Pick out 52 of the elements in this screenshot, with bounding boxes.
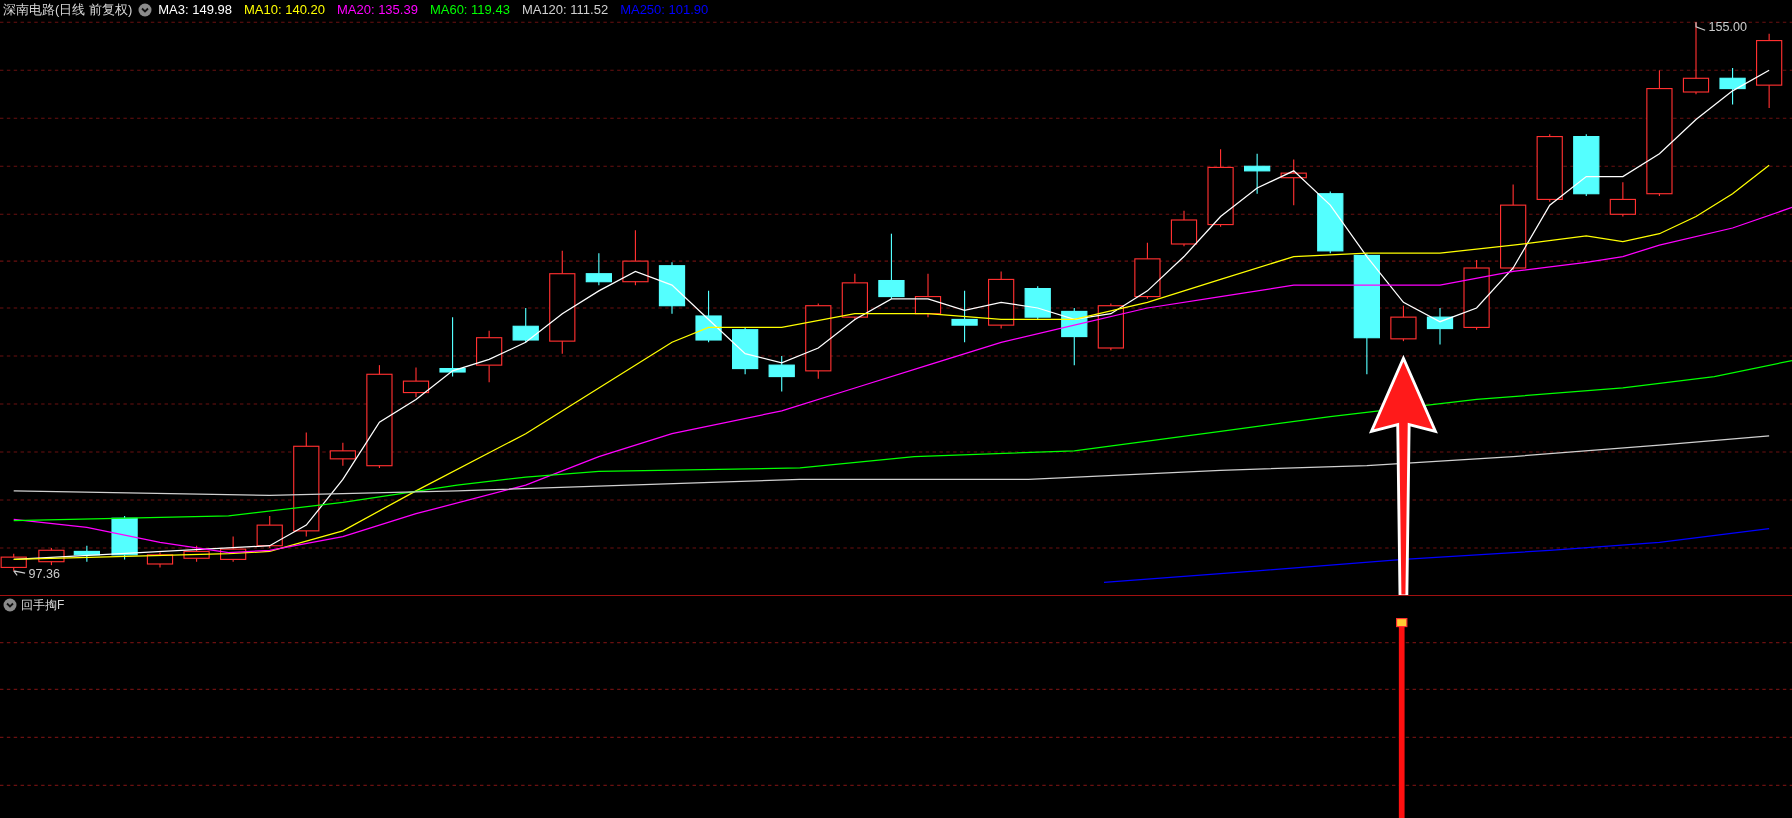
rising-candlestick <box>329 442 356 467</box>
falling-candlestick <box>512 307 539 343</box>
rising-candlestick <box>1280 158 1307 206</box>
rising-candlestick <box>1134 242 1161 300</box>
rising-candlestick <box>914 273 942 318</box>
rising-candlestick <box>38 547 65 566</box>
rising-candlestick <box>988 270 1015 330</box>
high-price-marker-icon <box>1695 21 1706 31</box>
rising-candlestick <box>1390 305 1417 342</box>
falling-candlestick <box>1061 307 1088 366</box>
falling-candlestick <box>1573 133 1600 197</box>
signal-marker-icon <box>1396 617 1408 627</box>
moving-average-value: MA10: 140.20 <box>244 1 325 20</box>
high-price-label: 155.00 <box>1708 20 1747 35</box>
moving-average-value: MA20: 135.39 <box>336 1 418 20</box>
falling-candlestick <box>1317 190 1344 254</box>
rising-candlestick <box>1609 181 1636 218</box>
moving-average-value: MA120: 111.52 <box>521 1 609 20</box>
rising-candlestick <box>256 515 283 549</box>
rising-candlestick <box>1097 302 1124 351</box>
falling-candlestick <box>585 252 612 286</box>
low-price-marker-icon <box>13 570 26 576</box>
moving-average-value: MA60: 119.43 <box>429 1 510 20</box>
rising-candlestick <box>476 330 503 383</box>
moving-average-value: MA250: 101.90 <box>620 1 709 20</box>
falling-candlestick <box>439 316 466 378</box>
falling-candlestick <box>658 261 686 315</box>
rising-candlestick <box>220 536 247 563</box>
rising-candlestick <box>841 273 868 320</box>
rising-candlestick <box>622 229 649 286</box>
rising-candlestick <box>1463 259 1490 331</box>
rising-candlestick <box>1536 133 1563 203</box>
chevron-down-icon[interactable] <box>3 597 17 612</box>
low-price-label: 97.36 <box>28 566 60 581</box>
falling-candlestick <box>695 290 722 343</box>
indicator-title: 回手掏F <box>21 596 65 614</box>
rising-candlestick <box>1170 210 1198 247</box>
falling-candlestick <box>951 290 978 343</box>
moving-average-value: MA3: 149.98 <box>158 1 232 20</box>
falling-candlestick <box>1244 153 1271 195</box>
falling-candlestick <box>768 355 795 392</box>
chart-title: 深南电路(日线 前复权) <box>3 1 133 20</box>
falling-candlestick <box>73 545 100 563</box>
rising-candlestick <box>183 545 210 563</box>
falling-candlestick <box>1719 67 1746 106</box>
falling-candlestick <box>1024 285 1051 320</box>
chevron-down-icon[interactable] <box>138 3 153 17</box>
rising-candlestick <box>402 366 430 398</box>
rising-candlestick <box>146 552 174 568</box>
falling-candlestick <box>878 233 905 300</box>
falling-candlestick <box>732 326 759 375</box>
falling-candlestick <box>1426 307 1454 346</box>
